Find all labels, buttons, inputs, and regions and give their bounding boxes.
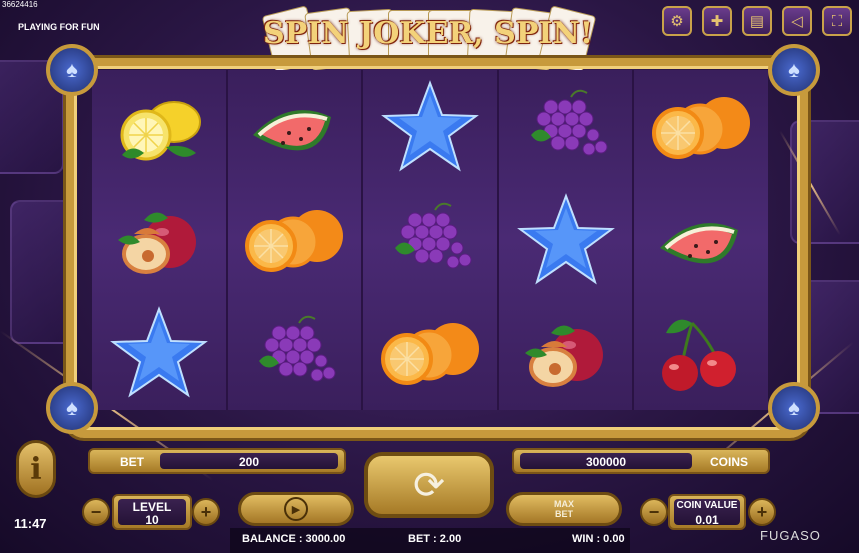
watermelon-symbol <box>634 183 768 296</box>
lemon-symbol <box>92 70 226 183</box>
star-symbol <box>363 70 497 183</box>
clock: 11:47 <box>14 516 47 531</box>
coin-value-minus-button[interactable]: − <box>640 498 668 526</box>
win-text: WIN : 0.00 <box>572 533 625 545</box>
minus-icon: − <box>648 501 660 522</box>
language-button[interactable]: ✚ <box>702 6 732 36</box>
level-panel: LEVEL 10 <box>112 494 192 530</box>
language-flag-icon: ✚ <box>710 13 724 30</box>
coin-value-value: 0.01 <box>695 513 719 527</box>
mode-label: PLAYING FOR FUN <box>18 22 100 32</box>
coin-value-plus-button[interactable]: + <box>748 498 776 526</box>
level-plus-button[interactable]: + <box>192 498 220 526</box>
total-bet-text: BET : 2.00 <box>408 533 462 545</box>
spin-button[interactable]: ⟳ <box>364 452 494 518</box>
paytable-button[interactable]: ▤ <box>742 6 772 36</box>
autoplay-button[interactable]: ▶ <box>238 492 354 526</box>
coin-value-label: COIN VALUE <box>676 500 738 511</box>
reel-5 <box>634 70 768 410</box>
spade-corner-icon: ♠ <box>46 382 98 434</box>
reel-4 <box>498 70 635 410</box>
sound-icon: ◁ <box>791 13 803 30</box>
bg-tile <box>10 200 74 344</box>
level-value: 10 <box>145 513 159 527</box>
bet-panel: BET 200 <box>88 448 346 474</box>
coin-value-panel: COIN VALUE 0.01 <box>668 494 746 530</box>
max-bet-label: MAX <box>554 499 574 509</box>
star-symbol <box>92 297 226 410</box>
brand-logo: FUGASO <box>760 528 821 543</box>
reels <box>92 70 768 410</box>
spade-corner-icon: ♠ <box>768 382 820 434</box>
plus-icon: + <box>200 501 212 522</box>
coins-panel: 300000 COINS <box>512 448 770 474</box>
reel-1 <box>92 70 228 410</box>
plum-symbol <box>92 183 226 296</box>
orange-symbol <box>228 183 362 296</box>
orange-symbol <box>634 70 768 183</box>
settings-button[interactable]: ⚙ <box>662 6 692 36</box>
info-icon: i <box>30 451 42 487</box>
reel-2 <box>227 70 364 410</box>
level-label: LEVEL <box>132 500 172 514</box>
bet-value: 200 <box>238 455 260 469</box>
level-minus-button[interactable]: − <box>82 498 110 526</box>
fullscreen-button[interactable]: ⛶ <box>822 6 852 36</box>
coins-value: 300000 <box>585 455 627 469</box>
cherries-symbol <box>634 297 768 410</box>
max-bet-label-2: BET <box>555 509 573 519</box>
reel-3 <box>363 70 499 410</box>
logo-text: SPIN JOKER, SPIN! <box>262 16 594 51</box>
plum-symbol <box>499 297 633 410</box>
balance-text: BALANCE : 3000.00 <box>242 533 346 545</box>
orange-symbol <box>363 297 497 410</box>
coins-label: COINS <box>710 455 749 469</box>
spade-corner-icon: ♠ <box>768 44 820 96</box>
play-icon: ▶ <box>284 497 308 521</box>
fullscreen-icon: ⛶ <box>831 12 843 30</box>
plus-icon: + <box>756 501 768 522</box>
game-id: 36624416 <box>2 0 38 9</box>
spade-corner-icon: ♠ <box>46 44 98 96</box>
grapes-symbol <box>363 183 497 296</box>
paytable-icon: ▤ <box>749 13 765 30</box>
settings-icon: ⚙ <box>670 13 684 30</box>
sound-button[interactable]: ◁ <box>782 6 812 36</box>
spin-icon: ⟳ <box>413 464 445 507</box>
grapes-symbol <box>228 297 362 410</box>
watermelon-symbol <box>228 70 362 183</box>
bet-label: BET <box>120 455 144 469</box>
grapes-symbol <box>499 70 633 183</box>
star-symbol <box>499 183 633 296</box>
minus-icon: − <box>90 501 102 522</box>
max-bet-button[interactable]: MAX BET <box>506 492 622 526</box>
info-button[interactable]: i <box>16 440 56 498</box>
